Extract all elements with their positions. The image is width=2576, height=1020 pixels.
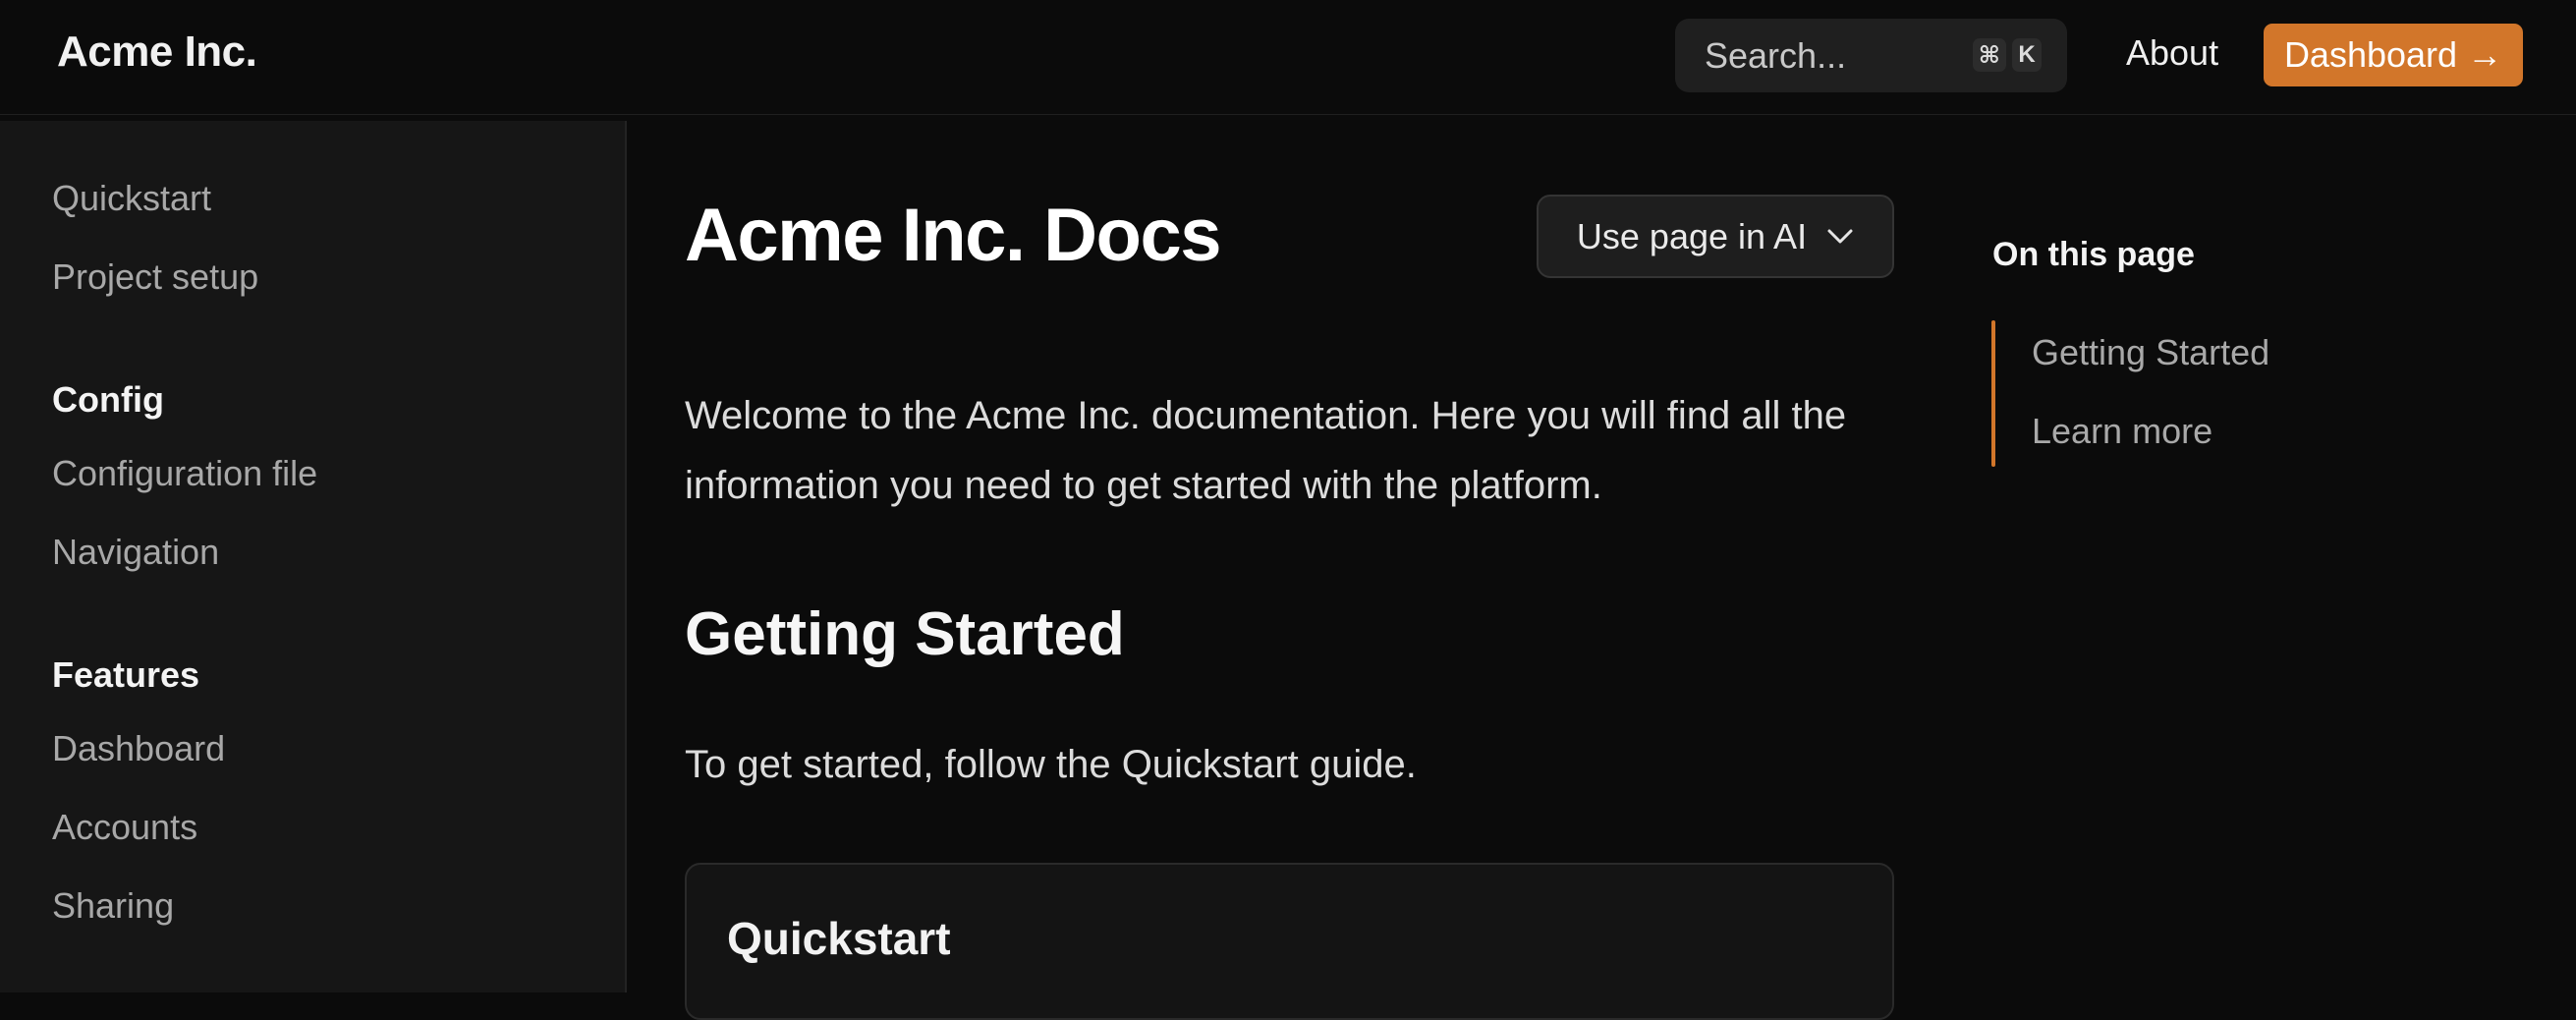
search-shortcut: ⌘ K — [1972, 38, 2042, 72]
quickstart-card-title: Quickstart — [727, 913, 951, 964]
logo[interactable]: Acme Inc. — [57, 28, 257, 77]
sidebar-heading-config: Config — [52, 379, 164, 420]
search-placeholder: Search... — [1705, 34, 1847, 76]
toc-title: On this page — [1992, 236, 2195, 273]
arrow-right-icon: → — [2467, 34, 2503, 75]
use-page-in-ai-button[interactable]: Use page in AI — [1537, 195, 1894, 278]
page-title: Acme Inc. Docs — [685, 194, 1222, 277]
ai-button-label: Use page in AI — [1576, 215, 1808, 256]
search-box[interactable]: Search... ⌘ K — [1675, 19, 2067, 92]
chevron-down-icon — [1827, 229, 1853, 243]
toc-item-learn-more[interactable]: Learn more — [2032, 411, 2212, 452]
dashboard-button-label: Dashboard — [2283, 34, 2458, 75]
sidebar-item-navigation[interactable]: Navigation — [52, 532, 219, 573]
sidebar-heading-features: Features — [52, 654, 200, 695]
sidebar-item-configuration-file[interactable]: Configuration file — [52, 453, 317, 494]
dashboard-button[interactable]: Dashboard → — [2264, 24, 2523, 86]
sidebar-item-accounts[interactable]: Accounts — [52, 807, 197, 848]
sidebar-item-project-setup[interactable]: Project setup — [52, 256, 258, 298]
sidebar-item-quickstart[interactable]: Quickstart — [52, 178, 211, 219]
command-key-icon: ⌘ — [1972, 38, 2006, 72]
sidebar-item-dashboard[interactable]: Dashboard — [52, 728, 225, 769]
sidebar-item-sharing[interactable]: Sharing — [52, 885, 174, 927]
intro-paragraph: Welcome to the Acme Inc. documentation. … — [685, 394, 1847, 507]
toc-item-getting-started[interactable]: Getting Started — [2032, 332, 2269, 373]
k-key: K — [2012, 38, 2042, 72]
getting-started-text: To get started, follow the Quickstart gu… — [685, 743, 1417, 786]
top-navigation-bar: Acme Inc. Search... ⌘ K About Dashboard … — [0, 0, 2576, 115]
getting-started-heading: Getting Started — [685, 600, 1125, 668]
toc-active-indicator — [1991, 320, 1995, 467]
about-link[interactable]: About — [2126, 32, 2218, 74]
quickstart-card[interactable]: Quickstart — [685, 863, 1894, 1020]
sidebar: Quickstart Project setup Config Configur… — [0, 121, 627, 992]
